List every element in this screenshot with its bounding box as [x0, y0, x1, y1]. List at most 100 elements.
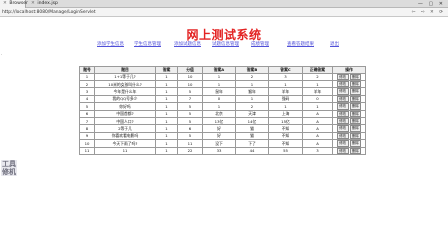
window-controls[interactable]: — ▢ ✕ [418, 0, 445, 8]
table-cell: 不知 [268, 139, 303, 148]
table-cell: 7 [79, 116, 95, 126]
modify-button[interactable]: 修改 [336, 148, 349, 154]
table-cell: 5 [177, 109, 203, 118]
table-row: 2 10米的女孩叫什么? 1 10 1 1 1 1 修改 删除 [79, 79, 366, 89]
table-cell: 猴年 [235, 87, 269, 96]
delete-button[interactable]: 删除 [349, 103, 362, 109]
delete-button[interactable]: 删除 [349, 96, 362, 102]
table-cell: 1 [235, 79, 269, 89]
close-icon[interactable]: ✕ [31, 1, 35, 6]
table-cell: 10 [177, 79, 203, 89]
table-row: 5 你好吗 1 5 1 2 1 1 修改 删除 [79, 102, 366, 111]
table-header-row: 题号 题目 答案 分值 答案A 答案B 答案C 正确答案 操作 [79, 66, 366, 74]
nav-add-question[interactable]: 添加试题信息 [174, 41, 201, 47]
row-actions: 修改 删除 [332, 131, 366, 141]
table-cell: 没下 [202, 139, 236, 148]
delete-button[interactable]: 删除 [349, 133, 362, 139]
modify-button[interactable]: 修改 [336, 118, 349, 124]
delete-button[interactable]: 删除 [349, 111, 362, 117]
table-cell: 55 [268, 146, 303, 155]
row-actions: 修改 删除 [332, 79, 366, 89]
table-row: 4 我的QQ号多少 1 7 0 1 强码 0 修改 删除 [79, 94, 366, 104]
table-cell: 好 [202, 131, 236, 141]
table-cell: 1+1等于几? [94, 72, 156, 81]
modify-button[interactable]: 修改 [336, 103, 349, 109]
table-cell: 1 [155, 109, 178, 118]
delete-button[interactable]: 删除 [349, 88, 362, 95]
delete-button[interactable]: 删除 [349, 140, 362, 147]
table-cell: 1 [155, 139, 178, 148]
table-cell: 2 [235, 72, 269, 81]
table-cell: 我的QQ号多少 [94, 94, 156, 104]
table-body: 1 1+1等于几? 1 10 1 2 3 2 修改 删除 2 10米的女孩叫什么? 1 10 1 1 1 1 修改删… [79, 72, 366, 155]
row-actions: 修改 删除 [332, 87, 366, 96]
tab-browser[interactable]: ✕ Browser [0, 0, 28, 8]
table-cell: 2等于几 [94, 124, 156, 133]
table-cell: 3 [302, 146, 333, 155]
delete-button[interactable]: 删除 [349, 118, 362, 124]
page-content: · 网上测试系统 添加学生信息 学生信息管理 添加试题信息 试题信息管理 成绩管… [0, 18, 448, 252]
table-cell: 15亿 [268, 116, 303, 126]
delete-button[interactable]: 删除 [349, 148, 362, 154]
table-cell: 今年是什么年 [94, 87, 156, 96]
modify-button[interactable]: 修改 [336, 140, 349, 147]
table-cell: A [302, 131, 333, 141]
nav-logout[interactable]: 退出 [330, 41, 339, 47]
url-field[interactable]: http://localhost:8080/Manage/LoginServle… [2, 9, 96, 16]
table-cell: 1 [155, 79, 178, 89]
table-cell: 44 [235, 146, 269, 155]
navigation-controls[interactable]: ⇦ ⇨ ✕ ⟳ [412, 9, 445, 16]
table-cell: 13亿 [202, 116, 236, 126]
modify-button[interactable]: 修改 [336, 74, 349, 80]
table-cell: 不知 [268, 124, 303, 133]
row-actions: 修改 删除 [332, 116, 366, 126]
table-cell: 不知 [268, 131, 303, 141]
row-actions: 修改 删除 [332, 94, 366, 104]
table-cell: 强码 [268, 94, 303, 104]
watermark-line: 修机 [1, 168, 17, 176]
close-icon[interactable]: ✕ [3, 1, 7, 6]
table-cell: A [302, 124, 333, 133]
tab-index-jsp[interactable]: ✕ index.jsp [28, 0, 58, 8]
table-cell: 5 [177, 102, 203, 111]
delete-button[interactable]: 删除 [349, 74, 362, 80]
modify-button[interactable]: 修改 [336, 81, 349, 87]
table-cell: 1 [268, 102, 303, 111]
table-cell: 10 [177, 72, 203, 81]
modify-button[interactable]: 修改 [336, 88, 349, 95]
nav-question-manage[interactable]: 试题信息管理 [212, 41, 239, 47]
table-cell: 1 [202, 102, 236, 111]
table-cell: 1 [302, 79, 333, 89]
table-cell: 中国首都? [94, 109, 156, 118]
table-cell: 好 [202, 124, 236, 133]
table-cell: 8 [79, 124, 95, 133]
table-cell: A [302, 116, 333, 126]
row-actions: 修改 删除 [332, 146, 366, 155]
delete-button[interactable]: 删除 [349, 125, 362, 132]
nav-score-manage[interactable]: 成绩管理 [251, 41, 269, 47]
delete-button[interactable]: 删除 [349, 81, 362, 87]
modify-button[interactable]: 修改 [336, 96, 349, 102]
row-actions: 修改 删除 [332, 102, 366, 111]
row-actions: 修改 删除 [332, 139, 366, 148]
modify-button[interactable]: 修改 [336, 111, 349, 117]
table-cell: 你喜欢看电影吗 [94, 131, 156, 141]
table-row: 6 中国首都? 1 5 北京 天津 上海 A 修改 删除 [79, 109, 366, 118]
table-cell: 猫 [235, 131, 269, 141]
modify-button[interactable]: 修改 [336, 125, 349, 132]
table-cell: 1 [155, 146, 178, 155]
table-cell: 3 [79, 87, 95, 96]
nav-add-student[interactable]: 添加学生信息 [97, 41, 124, 47]
table-cell: 1 [235, 94, 269, 104]
table-cell: 11 [177, 139, 203, 148]
nav-student-manage[interactable]: 学生信息管理 [134, 41, 161, 47]
browser-tab-bar: ✕ Browser ✕ index.jsp — ▢ ✕ [0, 0, 448, 8]
table-cell: 羊年 [268, 87, 303, 96]
nav-view-results[interactable]: 查看答题结果 [287, 41, 314, 47]
watermark-line: 工具 [1, 160, 17, 168]
tab-browser-label: Browser [9, 1, 28, 6]
table-cell: 1 [79, 72, 95, 81]
modify-button[interactable]: 修改 [336, 133, 349, 139]
table-cell: 1 [202, 79, 236, 89]
table-cell: 猫 [235, 124, 269, 133]
